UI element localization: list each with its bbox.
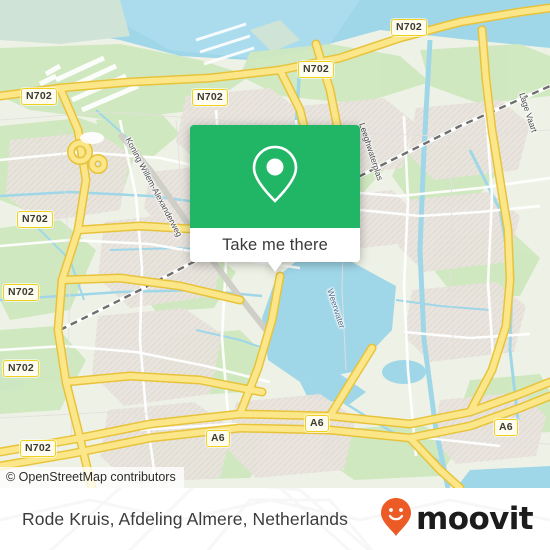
road-shield: A6 (206, 430, 230, 447)
road-shield: N702 (17, 211, 53, 228)
road-shield: N702 (3, 284, 39, 301)
callout-header (190, 125, 360, 228)
take-me-there-button[interactable]: Take me there (190, 228, 360, 262)
road-shield: N702 (20, 440, 56, 457)
road-shield: N702 (391, 19, 427, 36)
road-shield: N702 (192, 89, 228, 106)
page-title: Rode Kruis, Afdeling Almere, Netherlands (22, 488, 348, 550)
map-attribution[interactable]: © OpenStreetMap contributors (0, 467, 184, 488)
road-shield: A6 (305, 415, 329, 432)
callout-tail (267, 261, 283, 272)
map-pin-icon (249, 143, 301, 210)
moovit-logo[interactable]: moovit (380, 488, 534, 550)
road-shield: N702 (21, 88, 57, 105)
road-shield: N702 (3, 360, 39, 377)
road-shield: A6 (494, 419, 518, 436)
road-shield: N702 (298, 61, 334, 78)
callout-body: Take me there (190, 125, 360, 262)
footer-bar: Rode Kruis, Afdeling Almere, Netherlands… (0, 488, 550, 550)
screenshot-root: N702 N702 N702 N702 N702 N702 N702 N702 … (0, 0, 550, 550)
moovit-pin-smiley-icon (380, 497, 412, 542)
map-callout[interactable]: Take me there (190, 125, 360, 272)
page-title-text: Rode Kruis, Afdeling Almere, Netherlands (22, 508, 348, 529)
moovit-wordmark: moovit (416, 500, 534, 537)
take-me-there-label: Take me there (222, 235, 328, 254)
